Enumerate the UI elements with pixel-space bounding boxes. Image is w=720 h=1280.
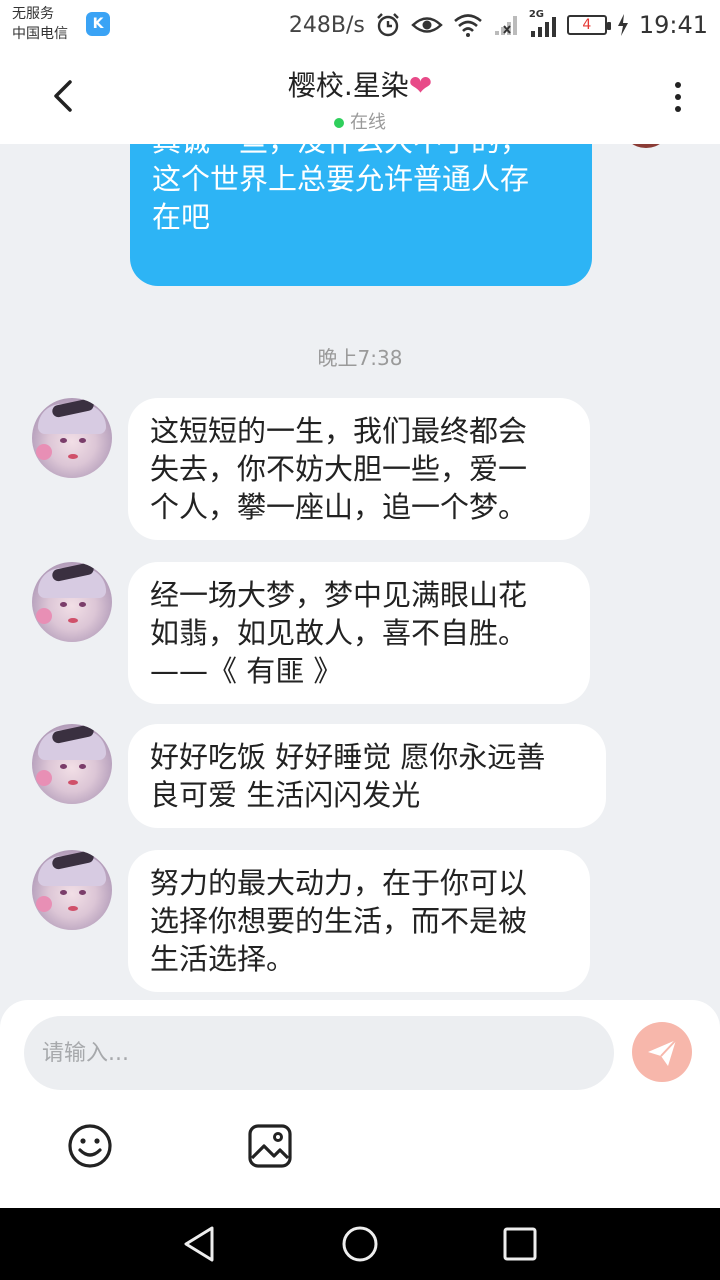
- charging-icon: [617, 14, 628, 36]
- carrier-line2: 中国电信: [12, 26, 68, 42]
- chat-area[interactable]: 换色会，但是我一定要快乐和 真诚一些，没什么大不了的， 这个世界上总要允许普通人…: [0, 144, 720, 1000]
- net-speed: 248B/s: [288, 12, 365, 38]
- clock: 19:41: [638, 11, 708, 39]
- contact-name: 樱校.星染❤: [0, 64, 720, 104]
- contact-avatar[interactable]: [32, 724, 112, 804]
- home-nav-icon[interactable]: [340, 1224, 380, 1264]
- emoji-icon[interactable]: [66, 1122, 114, 1170]
- k-app-icon: K: [86, 12, 110, 36]
- message-input[interactable]: [24, 1016, 614, 1090]
- heart-icon: ❤: [408, 69, 433, 102]
- my-avatar[interactable]: [622, 144, 670, 148]
- battery-icon: 4: [566, 15, 611, 35]
- composer: [0, 1000, 720, 1208]
- image-icon[interactable]: [246, 1122, 294, 1170]
- outgoing-message[interactable]: 换色会，但是我一定要快乐和 真诚一些，没什么大不了的， 这个世界上总要允许普通人…: [130, 144, 592, 286]
- more-options-icon[interactable]: [666, 78, 690, 118]
- message-bubble[interactable]: 努力的最大动力，在于你可以 选择你想要的生活，而不是被 生活选择。: [128, 850, 590, 992]
- navigation-bar: [0, 1208, 720, 1280]
- message-timestamp: 晚上7:38: [317, 346, 403, 370]
- wifi-icon: [453, 14, 482, 37]
- status-bar: 无服务 中国电信 K 248B/s 2G 4 19:41: [0, 0, 720, 50]
- contact-avatar[interactable]: [32, 850, 112, 930]
- battery-level: 4: [582, 17, 592, 33]
- contact-avatar[interactable]: [32, 562, 112, 642]
- no-signal-icon: [494, 16, 517, 35]
- online-status-text: 在线: [350, 112, 386, 133]
- carrier-line1: 无服务: [12, 6, 54, 22]
- alarm-icon: [376, 13, 399, 37]
- back-nav-icon[interactable]: [180, 1224, 220, 1264]
- carrier-info: 无服务 中国电信: [12, 4, 68, 44]
- eye-icon: [411, 17, 443, 33]
- contact-avatar[interactable]: [32, 398, 112, 478]
- chat-header: 樱校.星染❤ 在线: [0, 50, 720, 144]
- send-button[interactable]: [632, 1022, 692, 1082]
- signal-2g-icon: 2G: [529, 9, 557, 37]
- message-bubble[interactable]: 这短短的一生，我们最终都会 失去，你不妨大胆一些，爱一 个人，攀一座山，追一个梦…: [128, 398, 590, 540]
- online-status: 在线: [0, 108, 720, 134]
- recents-nav-icon[interactable]: [500, 1224, 540, 1264]
- message-bubble[interactable]: 好好吃饭 好好睡觉 愿你永远善 良可爱 生活闪闪发光: [128, 724, 606, 828]
- send-icon: [648, 1039, 677, 1066]
- online-dot-icon: [334, 118, 344, 128]
- outgoing-message-text: 换色会，但是我一定要快乐和 真诚一些，没什么大不了的， 这个世界上总要允许普通人…: [152, 144, 530, 234]
- message-bubble[interactable]: 经一场大梦，梦中见满眼山花 如翡，如见故人，喜不自胜。 ——《 有匪 》: [128, 562, 590, 704]
- contact-name-text: 樱校.星染: [287, 69, 409, 102]
